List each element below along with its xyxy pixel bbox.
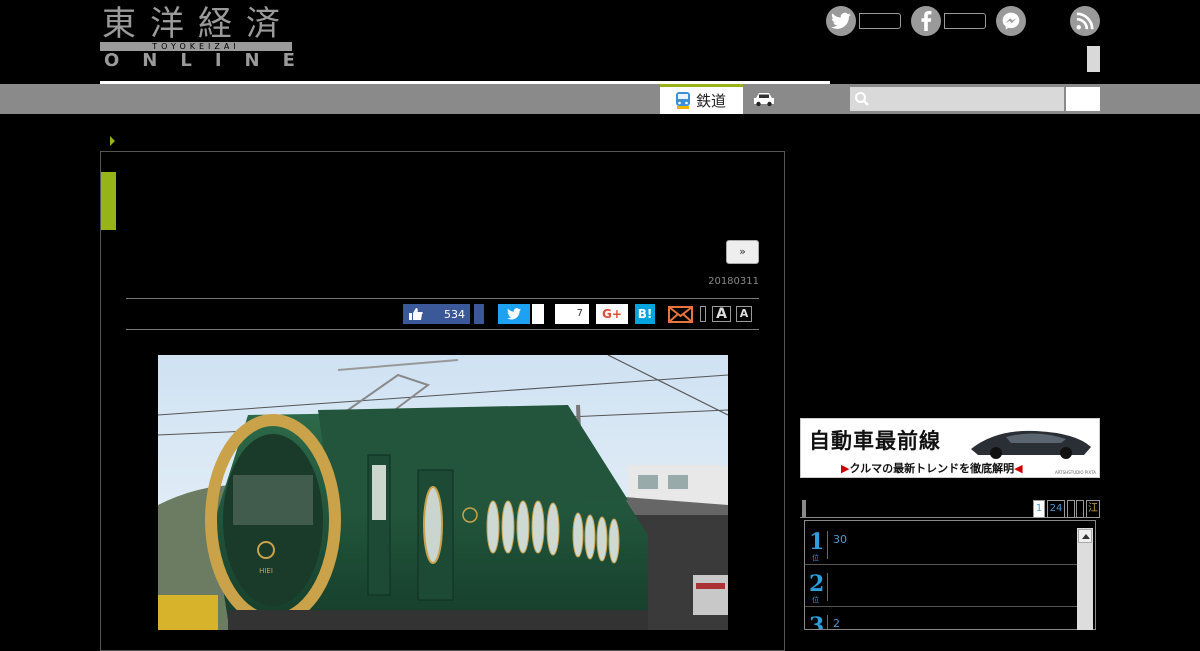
ranking-tab-5[interactable]: 江 [1086, 500, 1100, 518]
breadcrumb-arrow [110, 136, 115, 146]
site-logo[interactable]: 東洋経済 TOYOKEIZAI ONLINE [100, 4, 295, 70]
facebook-icon[interactable] [911, 6, 941, 36]
rank-divider [827, 573, 828, 601]
car-image [971, 430, 1091, 459]
automobile-banner[interactable]: 自動車最前線 ▶クルマの最新トレンドを徹底解明◀ ARTSHSTUDIO PIX… [800, 418, 1100, 478]
twitter-icon[interactable] [826, 6, 856, 36]
scroll-up-arrow-icon[interactable] [1078, 529, 1092, 543]
facebook-like-count-label: 534 [444, 307, 465, 321]
rank-divider [827, 615, 828, 629]
pocket-count: 7 [576, 308, 583, 319]
banner-subtitle: クルマの最新トレンドを徹底解明 [849, 462, 1015, 475]
font-size-large-button[interactable]: A [712, 306, 731, 322]
ranking-header-mark [802, 500, 806, 518]
banner-title: 自動車最前線 [809, 429, 941, 453]
rank-divider [827, 531, 828, 559]
article-date: 20180311 [708, 276, 759, 287]
title-accent-bar [101, 172, 116, 230]
search-icon [855, 92, 869, 106]
ranking-scrollbar[interactable] [1077, 528, 1093, 630]
ranking-tab-1[interactable]: 1 [1033, 500, 1045, 518]
hatena-bookmark-button[interactable]: B! [635, 304, 655, 324]
rss-icon[interactable] [1070, 6, 1100, 36]
facebook-like-button[interactable]: 534 [403, 304, 470, 324]
font-size-small-button[interactable]: A [736, 306, 752, 322]
article-photo-train: HIEI [158, 355, 728, 630]
rank-number: 3 [809, 613, 825, 630]
rank-unit: 位 [812, 596, 819, 604]
twitter-share-icon [507, 308, 521, 320]
rank-unit: 位 [812, 554, 819, 562]
ranking-item[interactable]: 2 位 [805, 567, 1077, 607]
menu-button[interactable] [1087, 46, 1100, 72]
train-icon [676, 91, 690, 109]
google-plus-button[interactable]: G+ [596, 304, 628, 324]
search-button[interactable] [1066, 87, 1100, 111]
share-bottom-divider [126, 329, 759, 330]
messenger-icon[interactable] [996, 6, 1026, 36]
ranking-item[interactable]: 1 位 30 [805, 525, 1077, 565]
svg-text:HIEI: HIEI [259, 567, 273, 575]
pocket-share-button[interactable]: 7 [555, 304, 589, 324]
car-icon [754, 93, 774, 107]
facebook-share-button[interactable] [474, 304, 484, 324]
rank-number: 1 [809, 529, 825, 555]
tab-automobile[interactable] [752, 90, 776, 112]
rank-number: 2 [809, 571, 825, 597]
share-top-divider [126, 298, 759, 299]
facebook-like-count [944, 13, 986, 29]
mail-icon[interactable] [668, 304, 693, 324]
banner-credit: ARTSHSTUDIO PIXTA [1055, 470, 1096, 475]
next-page-button[interactable]: » [726, 240, 759, 264]
twitter-share-count [532, 304, 544, 324]
ranking-item[interactable]: 3 位 2 [805, 609, 1077, 630]
print-button[interactable] [700, 306, 706, 322]
ranking-tab-4[interactable] [1076, 500, 1084, 518]
ranking-list: 1 位 30 2 位 3 位 2 [804, 520, 1096, 630]
banner-subtitle-line: ▶クルマの最新トレンドを徹底解明◀ [841, 460, 1023, 476]
banner-right-arrow: ◀ [1014, 462, 1023, 475]
rank-title: 2 [833, 617, 840, 630]
ranking-tab-24[interactable]: 24 [1047, 500, 1065, 518]
ranking-tab-3[interactable] [1067, 500, 1075, 518]
rank-title: 30 [833, 533, 847, 546]
tab-railway[interactable]: 鉄道 [660, 84, 743, 114]
tab-railway-label: 鉄道 [696, 92, 727, 110]
logo-kanji: 東洋経済 [102, 4, 294, 44]
thumbs-up-icon [409, 308, 423, 320]
twitter-share-button[interactable] [498, 304, 530, 324]
search-input[interactable] [850, 87, 1064, 111]
twitter-follow-count [859, 13, 901, 29]
logo-online: ONLINE [104, 50, 318, 71]
